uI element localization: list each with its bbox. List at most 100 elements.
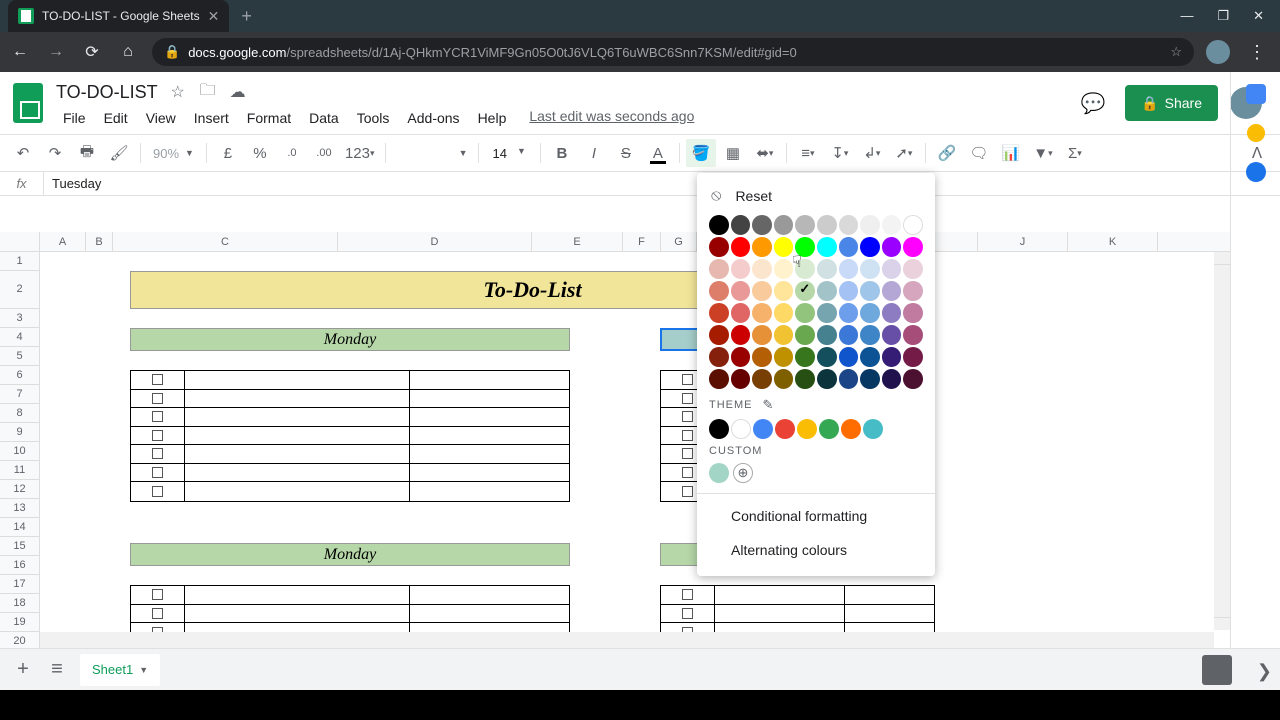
color-swatch[interactable] [817, 215, 837, 235]
increase-decimal-button[interactable]: .00 [309, 139, 339, 167]
color-swatch[interactable] [839, 347, 859, 367]
checkbox[interactable] [682, 589, 693, 600]
redo-button[interactable]: ↷ [40, 139, 70, 167]
task-row[interactable] [131, 605, 569, 624]
horizontal-align-dropdown[interactable]: ≡ ▾ [793, 139, 823, 167]
color-swatch[interactable] [709, 303, 729, 323]
insert-chart-button[interactable]: 📊 [996, 139, 1026, 167]
zoom-dropdown[interactable]: 90%▼ [147, 146, 200, 161]
comments-button[interactable]: 💬 [1073, 83, 1113, 123]
borders-button[interactable]: ▦ [718, 139, 748, 167]
row-header[interactable]: 3 [0, 309, 40, 328]
row-header[interactable]: 18 [0, 594, 40, 613]
color-swatch[interactable] [774, 281, 794, 301]
row-header[interactable]: 7 [0, 385, 40, 404]
color-swatch[interactable] [774, 215, 794, 235]
color-swatch[interactable] [752, 237, 772, 257]
color-swatch[interactable] [860, 325, 880, 345]
color-swatch[interactable] [795, 325, 815, 345]
explore-button[interactable] [1202, 655, 1232, 685]
text-rotation-dropdown[interactable]: ➚ ▾ [889, 139, 919, 167]
color-swatch[interactable] [709, 259, 729, 279]
color-swatch[interactable] [839, 325, 859, 345]
color-swatch[interactable] [882, 215, 902, 235]
star-icon[interactable]: ☆ [1170, 44, 1182, 60]
close-window-icon[interactable]: ✕ [1253, 8, 1264, 24]
color-swatch[interactable] [882, 369, 902, 389]
row-header[interactable]: 11 [0, 461, 40, 480]
star-icon[interactable]: ☆ [168, 82, 188, 102]
color-swatch[interactable] [709, 325, 729, 345]
color-swatch[interactable] [882, 281, 902, 301]
color-swatch[interactable] [752, 347, 772, 367]
color-swatch[interactable] [839, 237, 859, 257]
browser-tab[interactable]: TO-DO-LIST - Google Sheets ✕ [8, 0, 229, 32]
row-header[interactable]: 5 [0, 347, 40, 366]
color-swatch[interactable] [839, 281, 859, 301]
day-header-cell[interactable]: Monday [130, 328, 570, 351]
col-header[interactable]: G [661, 232, 697, 251]
menu-add-ons[interactable]: Add-ons [400, 108, 466, 128]
color-swatch[interactable] [903, 281, 923, 301]
color-swatch[interactable] [731, 215, 751, 235]
horizontal-scrollbar[interactable] [40, 632, 1214, 648]
color-swatch[interactable] [882, 347, 902, 367]
task-row[interactable] [131, 445, 569, 464]
task-row[interactable] [131, 586, 569, 605]
color-swatch[interactable] [839, 369, 859, 389]
font-size-dropdown[interactable]: 14▼ [485, 146, 534, 161]
conditional-formatting-option[interactable]: Conditional formatting [697, 498, 935, 532]
row-header[interactable]: 20 [0, 632, 40, 648]
color-swatch[interactable] [839, 215, 859, 235]
text-color-button[interactable]: A [643, 139, 673, 167]
bold-button[interactable]: B [547, 139, 577, 167]
checkbox[interactable] [682, 486, 693, 497]
currency-button[interactable]: £ [213, 139, 243, 167]
menu-data[interactable]: Data [302, 108, 346, 128]
row-header[interactable]: 12 [0, 480, 40, 499]
checkbox[interactable] [152, 374, 163, 385]
color-swatch[interactable] [795, 215, 815, 235]
row-header[interactable]: 13 [0, 499, 40, 518]
color-swatch[interactable] [731, 369, 751, 389]
sheet-menu-icon[interactable]: ▼ [139, 665, 148, 675]
browser-menu-icon[interactable]: ⋮ [1242, 42, 1272, 63]
color-swatch[interactable] [731, 303, 751, 323]
merge-cells-dropdown[interactable]: ⬌ ▾ [750, 139, 780, 167]
select-all-corner[interactable] [0, 232, 40, 251]
strikethrough-button[interactable]: S [611, 139, 641, 167]
color-swatch[interactable] [903, 303, 923, 323]
checkbox[interactable] [682, 374, 693, 385]
share-button[interactable]: 🔒 Share [1125, 85, 1218, 121]
back-button[interactable]: ← [8, 40, 32, 64]
paint-format-button[interactable]: 🖌 [104, 139, 134, 167]
row-header[interactable]: 16 [0, 556, 40, 575]
last-edit-link[interactable]: Last edit was seconds ago [529, 108, 694, 128]
color-swatch[interactable] [839, 303, 859, 323]
row-header[interactable]: 17 [0, 575, 40, 594]
edit-theme-icon[interactable]: ✎ [763, 397, 775, 413]
row-header[interactable]: 19 [0, 613, 40, 632]
row-header[interactable]: 8 [0, 404, 40, 423]
col-header[interactable]: E [532, 232, 623, 251]
vertical-align-dropdown[interactable]: ↧ ▾ [825, 139, 855, 167]
color-swatch[interactable] [774, 347, 794, 367]
address-bar[interactable]: 🔒 docs.google.com/spreadsheets/d/1Aj-QHk… [152, 38, 1194, 66]
checkbox[interactable] [152, 467, 163, 478]
task-row[interactable] [131, 482, 569, 501]
color-swatch[interactable] [709, 281, 729, 301]
checkbox[interactable] [152, 430, 163, 441]
theme-swatch[interactable] [775, 419, 795, 439]
theme-swatch[interactable] [797, 419, 817, 439]
checkbox[interactable] [682, 608, 693, 619]
color-swatch[interactable] [795, 347, 815, 367]
maximize-icon[interactable]: ❐ [1217, 8, 1229, 24]
col-header[interactable]: A [40, 232, 86, 251]
cloud-status-icon[interactable]: ☁ [228, 82, 248, 102]
task-row[interactable] [131, 390, 569, 409]
checkbox[interactable] [682, 448, 693, 459]
color-swatch[interactable] [731, 237, 751, 257]
text-wrap-dropdown[interactable]: ↲ ▾ [857, 139, 887, 167]
color-swatch[interactable] [817, 325, 837, 345]
color-swatch[interactable] [817, 303, 837, 323]
